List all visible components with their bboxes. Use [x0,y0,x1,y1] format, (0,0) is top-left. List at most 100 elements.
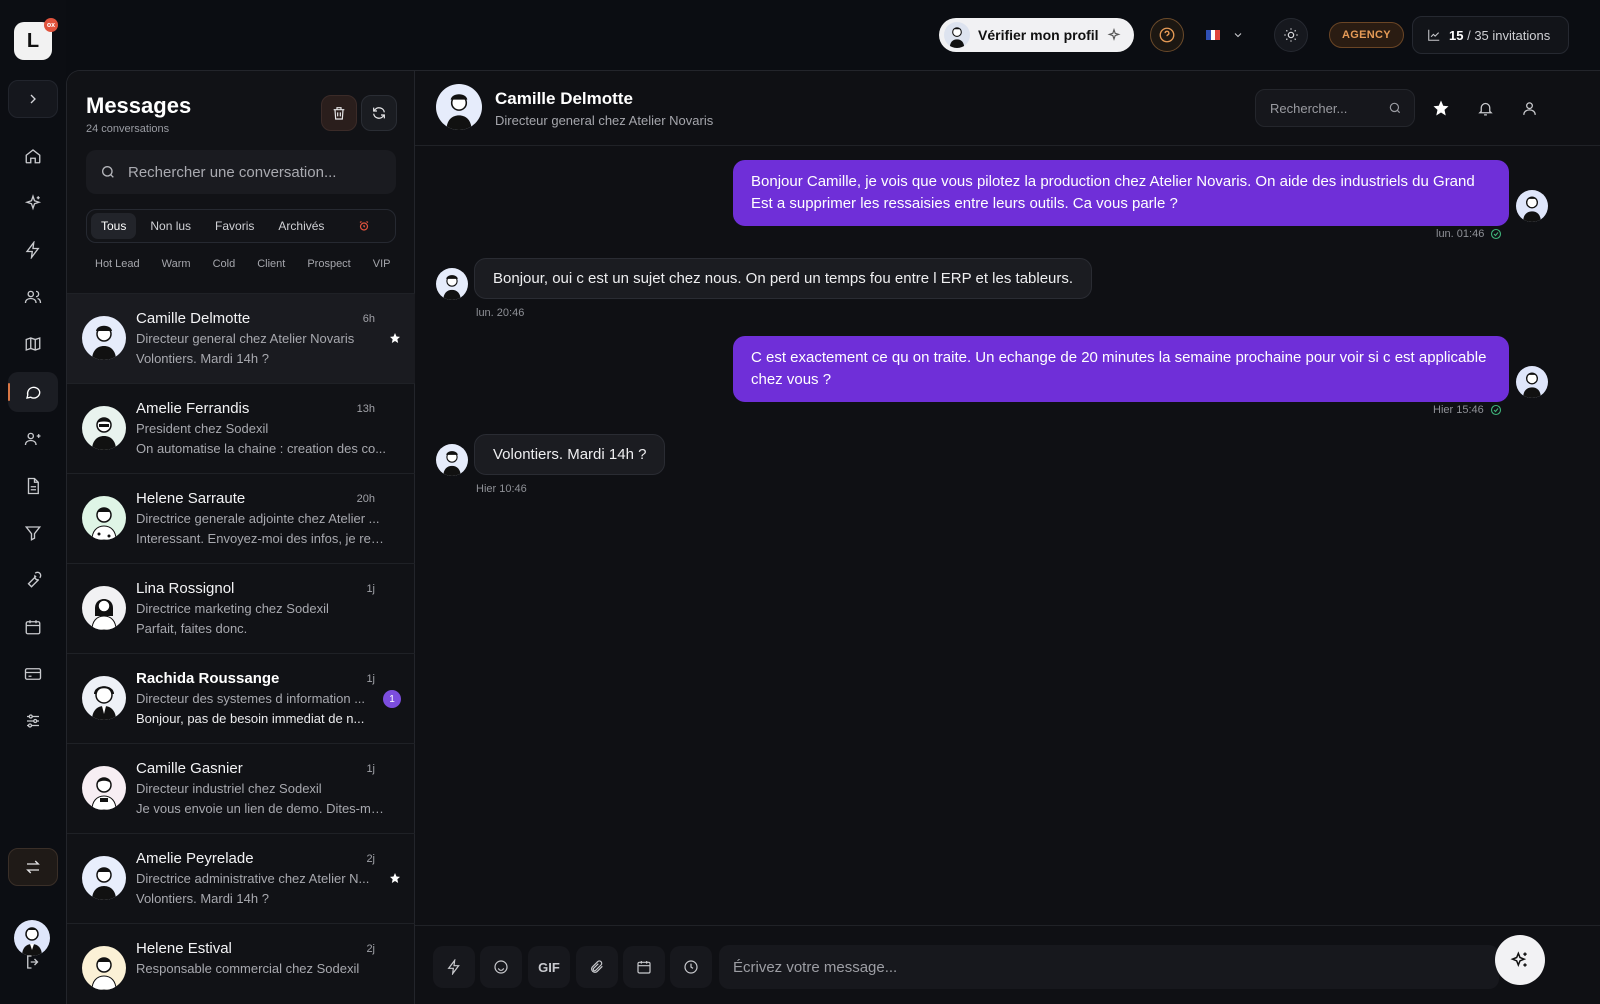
calendar-icon [25,620,41,635]
tab-archived[interactable]: Archivés [268,213,334,239]
chat-search-placeholder: Rechercher... [1270,100,1348,116]
help-button[interactable] [1150,18,1184,52]
contact-avatar [82,406,126,450]
tag-vip[interactable]: VIP [373,258,391,270]
conversation-item[interactable]: Camille Gasnier 1j Directeur industriel … [67,743,415,833]
notifications-button[interactable] [1474,97,1496,119]
chat-contact-name[interactable]: Camille Delmotte [495,89,633,109]
emoji-button[interactable] [480,946,522,988]
message-input[interactable]: Écrivez votre message... [719,945,1499,989]
tab-all[interactable]: Tous [91,213,137,239]
contact-avatar [436,268,468,300]
search-icon [102,166,114,178]
ai-assist-button[interactable] [1495,935,1545,985]
app-logo[interactable]: L ox [14,18,58,60]
theme-toggle-button[interactable] [1274,18,1308,52]
contact-role: Directrice generale adjointe chez Atelie… [136,511,380,526]
switch-account-button[interactable] [8,848,58,886]
conversation-item[interactable]: Amelie Peyrelade 2j Directrice administr… [67,833,415,923]
verify-profile-label: Vérifier mon profil [978,27,1099,43]
document-icon [27,477,39,495]
nav-automation[interactable] [8,230,58,270]
wrench-icon [27,571,42,588]
nav-leads[interactable] [8,277,58,317]
contact-role: Responsable commercial chez Sodexil [136,961,360,976]
sparkles-icon [1510,951,1527,968]
arrows-swap-icon [26,860,40,874]
star-icon[interactable] [389,872,401,884]
gif-button[interactable]: GIF [528,946,570,988]
avatar-illustration-icon [92,417,116,450]
refresh-icon [373,107,385,119]
contact-name: Rachida Roussange [136,670,280,687]
attach-button[interactable] [576,946,618,988]
conversation-item[interactable]: Lina Rossignol 1j Directrice marketing c… [67,563,415,653]
avatar-illustration-icon [92,867,116,900]
check-circle-icon [1491,228,1502,240]
tab-unread[interactable]: Non lus [140,213,201,239]
tab-favorites[interactable]: Favoris [205,213,264,239]
quick-actions-button[interactable] [433,946,475,988]
calendar-icon [637,961,651,974]
contact-profile-button[interactable] [1518,97,1540,119]
nav-contacts[interactable] [8,419,58,459]
nav-documents[interactable] [8,466,58,506]
nav-tools[interactable] [8,560,58,600]
clock-icon [684,960,698,974]
bolt-icon [447,959,460,975]
tag-filters: Hot Lead Warm Cold Client Prospect VIP [95,258,390,270]
tag-cold[interactable]: Cold [213,258,236,270]
tag-warm[interactable]: Warm [162,258,191,270]
tag-client[interactable]: Client [257,258,285,270]
contact-role: Directrice administrative chez Atelier N… [136,871,370,886]
nav-billing[interactable] [8,654,58,694]
nav-map[interactable] [8,324,58,364]
invitations-counter[interactable]: 15 / 35 invitations [1412,16,1569,54]
verify-profile-button[interactable]: Vérifier mon profil [939,18,1134,52]
nav-home[interactable] [8,136,58,176]
conversation-item[interactable]: Helene Estival 2j Responsable commercial… [67,923,415,1004]
nav-filters[interactable] [8,513,58,553]
bolt-icon [25,241,40,259]
conversation-time: 6h [362,313,375,325]
chevron-down-icon [1234,33,1242,38]
favorite-button[interactable] [1430,97,1452,119]
users-icon [24,290,42,304]
conversation-list: Camille Delmotte 6h Directeur general ch… [67,293,415,1004]
star-icon[interactable] [389,332,401,344]
agency-badge[interactable]: AGENCY [1329,22,1404,48]
conversation-search-input[interactable]: Rechercher une conversation... [86,150,396,194]
conversation-time: 1j [366,673,375,685]
conversation-item[interactable]: Camille Delmotte 6h Directeur general ch… [67,293,415,383]
conversation-item[interactable]: Helene Sarraute 20h Directrice generale … [67,473,415,563]
refresh-button[interactable] [361,95,397,131]
avatar-illustration-icon [446,94,472,130]
search-icon [1389,102,1401,114]
delete-button[interactable] [321,95,357,131]
contact-name: Lina Rossignol [136,580,235,597]
tab-reminders[interactable] [348,213,380,239]
conversation-item[interactable]: Rachida Roussange 1j Directeur des syste… [67,653,415,743]
nav-calendar[interactable] [8,607,58,647]
main-frame: Messages 24 conversations Rechercher une… [66,70,1600,1004]
chat-search-input[interactable]: Rechercher... [1255,89,1415,127]
trash-icon [333,107,345,120]
language-selector[interactable] [1206,22,1244,48]
message-bubble-incoming: Bonjour, oui c est un sujet chez nous. O… [474,258,1093,299]
conversation-item[interactable]: Amelie Ferrandis 13h President chez Sode… [67,383,415,473]
logout-button[interactable] [8,942,58,982]
tag-prospect[interactable]: Prospect [307,258,350,270]
contact-avatar[interactable] [436,84,482,130]
expand-sidebar-button[interactable] [8,80,58,118]
nav-ai[interactable] [8,183,58,223]
tag-hot-lead[interactable]: Hot Lead [95,258,140,270]
nav-settings[interactable] [8,701,58,741]
conversation-time: 20h [356,493,375,505]
message-preview: Volontiers. Mardi 14h ? [136,891,269,906]
message-time: Hier 15:46 [1433,404,1484,416]
schedule-meeting-button[interactable] [623,946,665,988]
nav-messages[interactable] [8,372,58,412]
sender-avatar [1516,366,1548,398]
schedule-send-button[interactable] [670,946,712,988]
avatar-illustration-icon [1523,196,1541,222]
